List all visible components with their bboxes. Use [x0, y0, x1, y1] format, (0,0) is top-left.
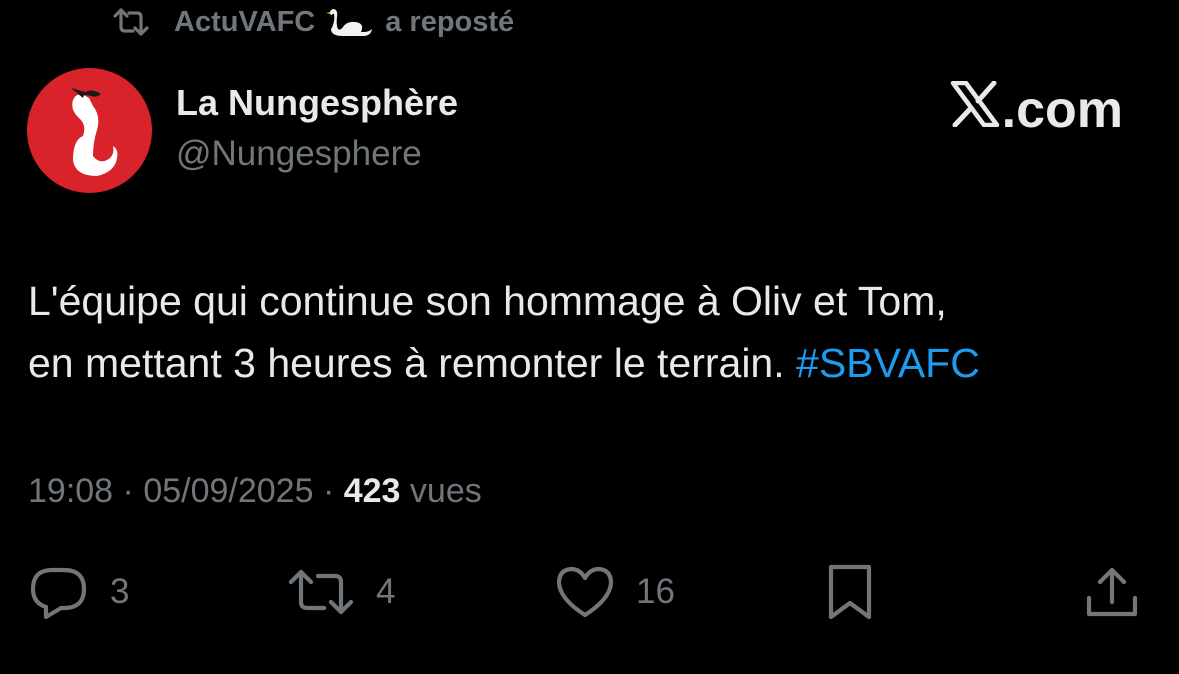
like-button[interactable]: 16 — [554, 560, 675, 624]
author-handle[interactable]: @Nungesphere — [176, 134, 422, 174]
meta-separator: · — [122, 472, 134, 510]
bookmark-button[interactable] — [826, 560, 874, 624]
tweet-date[interactable]: 05/09/2025 — [143, 472, 313, 510]
reply-icon — [28, 564, 90, 620]
avatar[interactable] — [27, 68, 152, 193]
share-icon — [1084, 564, 1140, 620]
repost-icon — [286, 566, 356, 618]
brand-x-com: .com — [950, 80, 1123, 140]
brand-text: .com — [1001, 81, 1123, 139]
repost-icon — [112, 7, 150, 37]
tweet-meta: 19:08 · 05/09/2025 · 423 vues — [28, 472, 482, 511]
bookmark-icon — [826, 563, 874, 621]
heart-icon — [554, 565, 616, 619]
reply-count: 3 — [110, 572, 130, 611]
tweet-line-1: L'équipe qui continue son hommage à Oliv… — [28, 278, 947, 324]
repost-button[interactable]: 4 — [286, 560, 395, 624]
author-display-name[interactable]: La Nungesphère — [176, 82, 458, 124]
meta-separator: · — [322, 472, 335, 510]
swan-emoji-icon — [325, 5, 375, 39]
hashtag-link[interactable]: #SBVAFC — [796, 340, 980, 386]
x-logo-icon — [950, 80, 1002, 140]
views-label[interactable]: vues — [410, 472, 482, 510]
tweet-line-2: en mettant 3 heures à remonter le terrai… — [28, 332, 1158, 394]
share-button[interactable] — [1084, 560, 1140, 624]
views-count[interactable]: 423 — [344, 472, 401, 510]
reply-button[interactable]: 3 — [28, 560, 129, 624]
tweet-text: L'équipe qui continue son hommage à Oliv… — [28, 270, 1158, 394]
repost-count: 4 — [376, 572, 396, 611]
repost-suffix: a reposté — [385, 5, 515, 38]
swan-logo-icon — [27, 68, 152, 193]
like-count: 16 — [636, 572, 675, 611]
repost-account-name[interactable]: ActuVAFC — [174, 6, 315, 39]
tweet-line-2-text: en mettant 3 heures à remonter le terrai… — [28, 340, 785, 386]
tweet-time[interactable]: 19:08 — [28, 472, 113, 510]
repost-header[interactable]: ActuVAFC a reposté — [112, 2, 514, 42]
